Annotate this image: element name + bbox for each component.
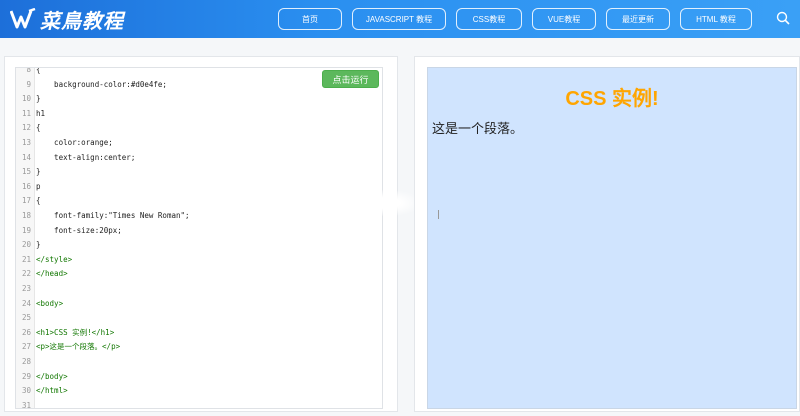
line-number: 13 xyxy=(21,138,31,147)
nav-vue[interactable]: VUE教程 xyxy=(532,8,596,30)
code-text: p xyxy=(36,181,41,191)
line-number: 12 xyxy=(21,123,31,133)
line-number: 29 xyxy=(21,371,31,381)
line-number: 18 xyxy=(21,211,31,220)
line-number: 22 xyxy=(21,269,31,279)
code-line: 31 xyxy=(16,399,382,409)
code-line: 26 <h1>CSS 实例!</h1> xyxy=(16,326,382,340)
line-number: 21 xyxy=(21,254,31,264)
code-line: 23 xyxy=(16,282,382,296)
line-number: 17 xyxy=(21,196,31,206)
line-number: 24 xyxy=(21,298,31,308)
line-number: 23 xyxy=(21,284,31,293)
code-line: 10} xyxy=(16,92,382,106)
code-line: 16 p xyxy=(16,180,382,194)
line-number: 14 xyxy=(21,152,31,162)
code-line: 22 </head> xyxy=(16,267,382,281)
code-text: } xyxy=(36,240,41,250)
code-line: 18 font-family:"Times New Roman"; xyxy=(16,209,382,223)
code-line: 12 { xyxy=(16,121,382,135)
code-line: 11 h1 xyxy=(16,107,382,121)
nav-html[interactable]: HTML 教程 xyxy=(680,8,752,30)
line-number: 16 xyxy=(21,181,31,191)
line-number: 9 xyxy=(26,79,31,89)
code-text: </head> xyxy=(36,269,68,279)
nav-css[interactable]: CSS教程 xyxy=(456,8,522,30)
run-button[interactable]: 点击运行 xyxy=(322,70,379,88)
nav-javascript[interactable]: JAVASCRIPT 教程 xyxy=(352,8,446,30)
code-line: 14 text-align:center; xyxy=(16,151,382,165)
code-line: 24 <body> xyxy=(16,297,382,311)
code-text: } xyxy=(36,167,41,177)
line-number: 28 xyxy=(21,357,31,366)
site-logo[interactable]: 菜鳥教程 xyxy=(10,6,124,33)
line-number: 10 xyxy=(21,94,31,104)
code-text: text-align:center; xyxy=(36,152,136,162)
line-number: 26 xyxy=(21,327,31,337)
panel-splitter[interactable] xyxy=(350,190,420,216)
code-text: </style> xyxy=(36,254,73,264)
code-line: 19 font-size:20px; xyxy=(16,224,382,238)
line-number: 31 xyxy=(21,400,31,409)
code-text: font-family:"Times New Roman"; xyxy=(36,211,190,220)
top-navigation-bar: 菜鳥教程 首页 JAVASCRIPT 教程 CSS教程 VUE教程 最近更新 H… xyxy=(0,0,800,38)
code-text: background-color:#d0e4fe; xyxy=(36,79,167,89)
code-editor-panel: 8 {9 background-color:#d0e4fe; 10} 11 h1 12 {1… xyxy=(4,56,398,412)
logo-text: 菜鳥教程 xyxy=(40,8,124,33)
code-text: </html> xyxy=(36,386,68,396)
code-text: { xyxy=(36,196,41,206)
preview-heading: CSS 实例! xyxy=(565,88,659,110)
code-line: 17 { xyxy=(16,194,382,208)
code-line: 28 xyxy=(16,355,382,369)
code-text: h1 xyxy=(36,108,46,118)
code-editor[interactable]: 8 {9 background-color:#d0e4fe; 10} 11 h1 12 {1… xyxy=(15,67,383,409)
code-text: font-size:20px; xyxy=(36,225,122,235)
code-text: { xyxy=(36,123,41,133)
line-number: 30 xyxy=(21,386,31,396)
main-nav: 首页 JAVASCRIPT 教程 CSS教程 VUE教程 最近更新 HTML 教… xyxy=(278,8,752,30)
code-line: 20} xyxy=(16,238,382,252)
result-panel: CSS 实例! 这是一个段落。 xyxy=(414,56,800,412)
line-number: 8 xyxy=(26,67,31,74)
line-number: 20 xyxy=(21,240,31,250)
line-number: 27 xyxy=(21,342,31,352)
text-cursor xyxy=(438,210,439,219)
code-text: <p>这是一个段落。</p> xyxy=(36,342,121,352)
code-text: color:orange; xyxy=(36,138,113,147)
code-line: 13 color:orange; xyxy=(16,136,382,150)
line-number: 25 xyxy=(21,313,31,323)
code-text: </body> xyxy=(36,371,68,381)
search-icon[interactable] xyxy=(776,11,790,25)
code-text: } xyxy=(36,94,41,104)
code-line: 21 </style> xyxy=(16,253,382,267)
preview-frame: CSS 实例! 这是一个段落。 xyxy=(427,67,797,409)
nav-home[interactable]: 首页 xyxy=(278,8,342,30)
line-number: 15 xyxy=(21,167,31,177)
line-number: 19 xyxy=(21,225,31,235)
nav-recent-updates[interactable]: 最近更新 xyxy=(606,8,670,30)
line-number: 11 xyxy=(21,108,31,118)
code-line: 15} xyxy=(16,165,382,179)
code-text: { xyxy=(36,67,41,74)
code-line: 29 </body> xyxy=(16,370,382,384)
logo-icon xyxy=(10,8,36,29)
code-text: <body> xyxy=(36,298,64,308)
code-line: 27 <p>这是一个段落。</p> xyxy=(16,340,382,354)
code-text: <h1>CSS 实例!</h1> xyxy=(36,327,115,337)
code-line: 30 </html> xyxy=(16,384,382,398)
preview-paragraph: 这是一个段落。 xyxy=(432,121,524,136)
code-line: 25 xyxy=(16,311,382,325)
